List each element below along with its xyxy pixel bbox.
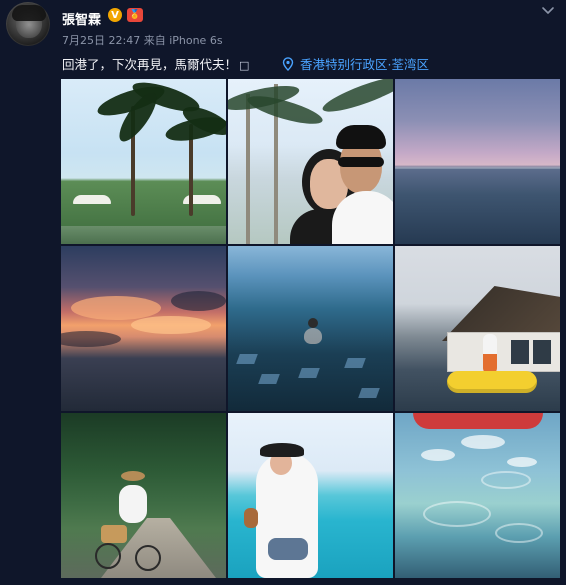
person-hair [336,125,386,149]
sunset-cloud [131,316,211,334]
aerial-reef-wing-photo[interactable] [395,413,560,578]
location-link[interactable]: 香港特别行政区·荃湾区 [282,54,429,73]
dark-cloud [61,331,121,347]
villa-window [511,340,529,364]
horizon-line [395,167,560,169]
username[interactable]: 張智霖 [62,9,101,28]
airplane-wing [413,413,543,429]
post-text-body: 回港了，下次再見，馬爾代夫！ [62,57,238,72]
cloud [421,449,455,461]
sunglasses [338,157,384,167]
reef-ring [495,523,543,543]
straw-hat [121,471,145,481]
reef-ring [423,501,491,527]
post-meta: 7月25日 22:47 来自 iPhone 6s [62,32,223,48]
location-text: 香港特别行政区·荃湾区 [300,57,429,72]
reef-ring [481,471,531,489]
umbrella [73,195,111,204]
photo-grid [61,79,561,579]
yellow-float [447,371,537,393]
avatar[interactable] [6,2,50,46]
handbag [244,508,258,528]
pool-tile [298,368,320,378]
bicycle-jungle-path-photo[interactable] [61,413,226,578]
child-figure [483,334,497,374]
pool-tile [358,388,380,398]
dark-cloud [171,291,226,311]
palm-trunk [246,94,250,244]
sun-visor [260,443,304,457]
post-text: 回港了，下次再見，馬爾代夫！ □ [62,54,249,73]
cloud [461,435,505,449]
verified-badge-icon[interactable]: V [108,8,122,22]
pool-deck [61,226,226,244]
post-source: 来自 iPhone 6s [143,34,223,47]
villa-window [533,340,551,364]
resort-palms-photo[interactable] [61,79,226,244]
post-trailing-icon: □ [239,59,250,72]
location-pin-icon [282,56,294,71]
post-timestamp[interactable]: 7月25日 22:47 [62,34,140,47]
medal-badge-icon[interactable]: 🏅 [127,8,143,22]
sunset-cloud [71,296,161,320]
cloud [507,457,537,467]
chevron-down-icon[interactable] [540,2,556,18]
pool-tile [236,354,258,364]
swimmer-body [304,328,322,344]
bicycle-wheel [135,545,161,571]
pool-tile [258,374,280,384]
villa-yellow-float-photo[interactable] [395,246,560,411]
beach-visor-woman-photo[interactable] [228,413,393,578]
bicycle-wheel [95,543,121,569]
rider-shirt [119,485,147,523]
infinity-pool-swimmer-photo[interactable] [228,246,393,411]
pool-tile [344,358,366,368]
denim-shorts [268,538,308,560]
weibo-post-card: 張智霖 V 🏅 7月25日 22:47 来自 iPhone 6s 回港了，下次再… [0,0,566,585]
bicycle-basket [101,525,127,543]
calm-sea-dusk-photo[interactable] [395,79,560,244]
couple-selfie-palms-photo[interactable] [228,79,393,244]
sunset-clouds-photo[interactable] [61,246,226,411]
palm-leaf [319,79,393,118]
swimmer-head [308,318,318,328]
